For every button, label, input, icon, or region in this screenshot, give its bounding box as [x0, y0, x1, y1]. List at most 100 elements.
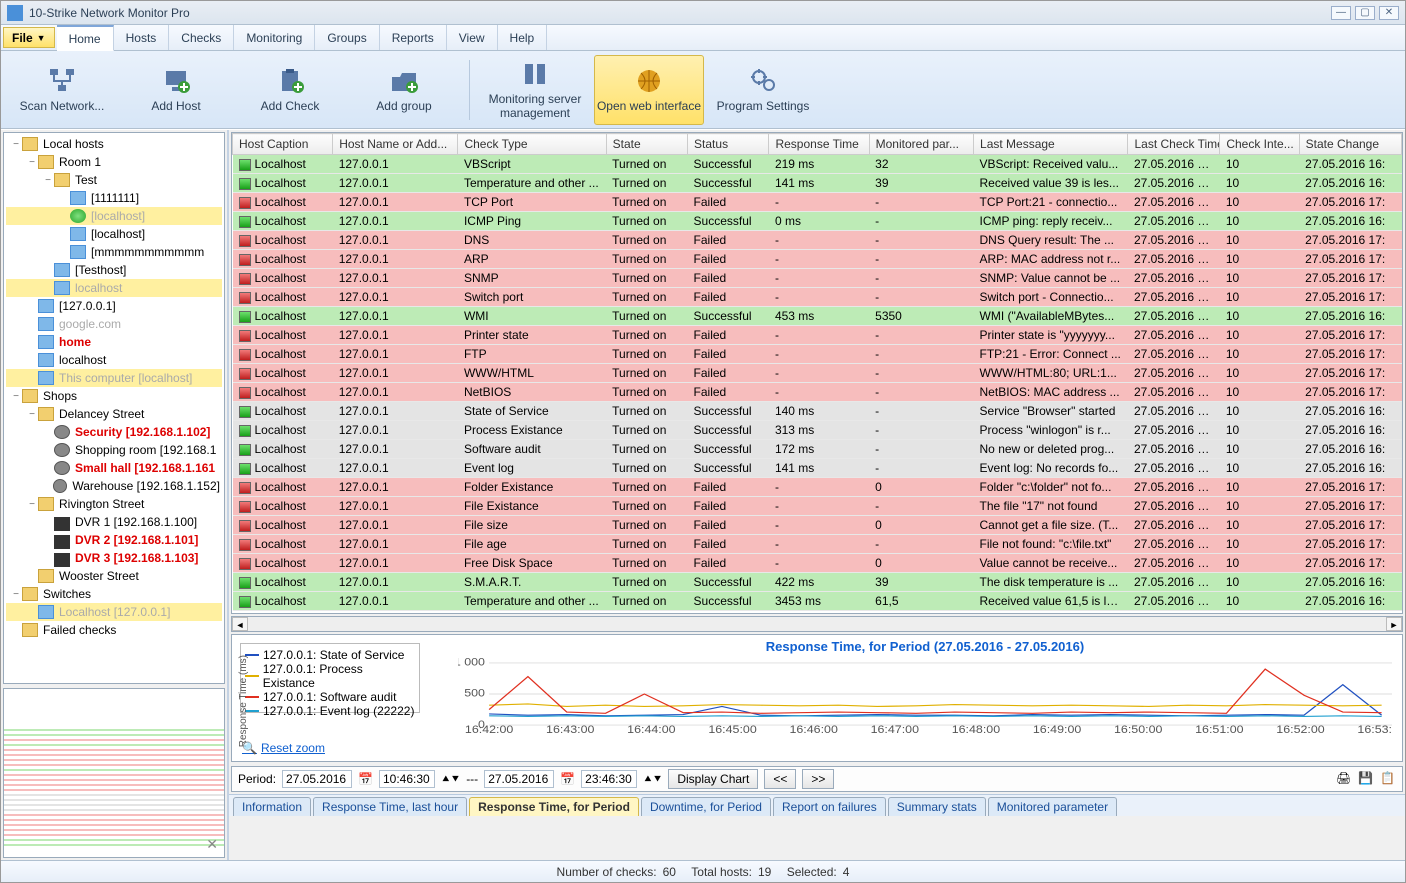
from-date-input[interactable]: [282, 770, 352, 788]
tab-monitoring[interactable]: Monitoring: [234, 25, 315, 50]
table-row[interactable]: Localhost127.0.0.1ICMP PingTurned onSucc…: [233, 212, 1402, 231]
tree-toggle-icon[interactable]: −: [26, 499, 38, 510]
bottom-tab[interactable]: Monitored parameter: [988, 797, 1117, 816]
tree-item[interactable]: [Testhost]: [6, 261, 222, 279]
tree-item[interactable]: −Delancey Street: [6, 405, 222, 423]
tree-item[interactable]: DVR 2 [192.168.1.101]: [6, 531, 222, 549]
table-row[interactable]: Localhost127.0.0.1DNSTurned onFailed--DN…: [233, 231, 1402, 250]
column-header[interactable]: Host Caption: [233, 134, 333, 155]
add-check-button[interactable]: Add Check: [235, 55, 345, 125]
copy-icon[interactable]: 📋: [1380, 771, 1396, 787]
column-header[interactable]: Monitored par...: [869, 134, 973, 155]
table-row[interactable]: Localhost127.0.0.1Free Disk SpaceTurned …: [233, 554, 1402, 573]
host-tree[interactable]: −Local hosts−Room 1−Test[1111111][localh…: [3, 132, 225, 684]
tree-item[interactable]: [127.0.0.1]: [6, 297, 222, 315]
maximize-button[interactable]: ▢: [1355, 6, 1375, 20]
tree-item[interactable]: localhost: [6, 279, 222, 297]
table-row[interactable]: Localhost127.0.0.1Temperature and other …: [233, 592, 1402, 611]
column-header[interactable]: Last Message: [974, 134, 1128, 155]
table-row[interactable]: Localhost127.0.0.1Printer stateTurned on…: [233, 326, 1402, 345]
table-row[interactable]: Localhost127.0.0.1WMITurned onSuccessful…: [233, 307, 1402, 326]
tab-home[interactable]: Home: [57, 25, 114, 51]
to-time-input[interactable]: [581, 770, 637, 788]
bottom-tab[interactable]: Response Time, for Period: [469, 797, 639, 816]
print-icon[interactable]: 🖨: [1336, 771, 1352, 787]
tab-help[interactable]: Help: [498, 25, 548, 50]
add-host-button[interactable]: Add Host: [121, 55, 231, 125]
tree-toggle-icon[interactable]: −: [10, 391, 22, 402]
tree-item[interactable]: −Test: [6, 171, 222, 189]
monitoring-server-button[interactable]: Monitoring server management: [480, 55, 590, 125]
tree-item[interactable]: Security [192.168.1.102]: [6, 423, 222, 441]
column-header[interactable]: State: [606, 134, 687, 155]
bottom-tab[interactable]: Report on failures: [773, 797, 886, 816]
table-row[interactable]: Localhost127.0.0.1ARPTurned onFailed--AR…: [233, 250, 1402, 269]
to-date-input[interactable]: [484, 770, 554, 788]
column-header[interactable]: Status: [688, 134, 769, 155]
tab-checks[interactable]: Checks: [169, 25, 234, 50]
display-chart-button[interactable]: Display Chart: [668, 769, 758, 789]
bottom-tab[interactable]: Information: [233, 797, 311, 816]
tree-toggle-icon[interactable]: −: [10, 589, 22, 600]
table-row[interactable]: Localhost127.0.0.1S.M.A.R.T.Turned onSuc…: [233, 573, 1402, 592]
tree-item[interactable]: Warehouse [192.168.1.152]: [6, 477, 222, 495]
scan-network-button[interactable]: Scan Network...: [7, 55, 117, 125]
tree-toggle-icon[interactable]: −: [10, 139, 22, 150]
tree-item[interactable]: −Switches: [6, 585, 222, 603]
tree-item[interactable]: [localhost]: [6, 207, 222, 225]
table-row[interactable]: Localhost127.0.0.1TCP PortTurned onFaile…: [233, 193, 1402, 212]
calendar-icon[interactable]: 📅: [358, 772, 373, 786]
table-row[interactable]: Localhost127.0.0.1WWW/HTMLTurned onFaile…: [233, 364, 1402, 383]
column-header[interactable]: Check Inte...: [1220, 134, 1299, 155]
program-settings-button[interactable]: Program Settings: [708, 55, 818, 125]
close-icon[interactable]: ✕: [206, 836, 218, 853]
scroll-right-icon[interactable]: ►: [1386, 617, 1402, 631]
scroll-left-icon[interactable]: ◄: [232, 617, 248, 631]
tree-toggle-icon[interactable]: −: [26, 409, 38, 420]
file-menu-button[interactable]: File▼: [3, 27, 55, 48]
tree-item[interactable]: Failed checks: [6, 621, 222, 639]
table-row[interactable]: Localhost127.0.0.1File ExistanceTurned o…: [233, 497, 1402, 516]
stepper-icon[interactable]: ⯅⯆: [643, 772, 662, 787]
calendar-icon[interactable]: 📅: [560, 772, 575, 786]
table-row[interactable]: Localhost127.0.0.1SNMPTurned onFailed--S…: [233, 269, 1402, 288]
next-period-button[interactable]: >>: [802, 769, 834, 789]
table-row[interactable]: Localhost127.0.0.1NetBIOSTurned onFailed…: [233, 383, 1402, 402]
table-row[interactable]: Localhost127.0.0.1Process ExistanceTurne…: [233, 421, 1402, 440]
checks-table[interactable]: Host CaptionHost Name or Add...Check Typ…: [231, 132, 1403, 614]
table-row[interactable]: Localhost127.0.0.1State of ServiceTurned…: [233, 402, 1402, 421]
table-row[interactable]: Localhost127.0.0.1Switch portTurned onFa…: [233, 288, 1402, 307]
from-time-input[interactable]: [379, 770, 435, 788]
open-web-button[interactable]: Open web interface: [594, 55, 704, 125]
tree-item[interactable]: DVR 1 [192.168.1.100]: [6, 513, 222, 531]
tree-item[interactable]: google.com: [6, 315, 222, 333]
reset-zoom-link[interactable]: 🔍 Reset zoom: [242, 741, 325, 755]
column-header[interactable]: State Change: [1299, 134, 1401, 155]
column-header[interactable]: Last Check Time: [1128, 134, 1220, 155]
tab-hosts[interactable]: Hosts: [114, 25, 170, 50]
minimize-button[interactable]: —: [1331, 6, 1351, 20]
table-row[interactable]: Localhost127.0.0.1Software auditTurned o…: [233, 440, 1402, 459]
tree-toggle-icon[interactable]: −: [42, 175, 54, 186]
tree-item[interactable]: Wooster Street: [6, 567, 222, 585]
tree-item[interactable]: DVR 3 [192.168.1.103]: [6, 549, 222, 567]
save-icon[interactable]: 💾: [1358, 771, 1374, 787]
tab-reports[interactable]: Reports: [380, 25, 447, 50]
tree-item[interactable]: [localhost]: [6, 225, 222, 243]
table-row[interactable]: Localhost127.0.0.1File ageTurned onFaile…: [233, 535, 1402, 554]
tab-view[interactable]: View: [447, 25, 498, 50]
tree-item[interactable]: [mmmmmmmmmmm: [6, 243, 222, 261]
tree-item[interactable]: home: [6, 333, 222, 351]
tree-item[interactable]: Small hall [192.168.1.161: [6, 459, 222, 477]
tree-item[interactable]: −Rivington Street: [6, 495, 222, 513]
tree-item[interactable]: This computer [localhost]: [6, 369, 222, 387]
column-header[interactable]: Host Name or Add...: [333, 134, 458, 155]
tree-item[interactable]: −Room 1: [6, 153, 222, 171]
tree-item[interactable]: −Local hosts: [6, 135, 222, 153]
stepper-icon[interactable]: ⯅⯆: [441, 772, 460, 787]
close-button[interactable]: ✕: [1379, 6, 1399, 20]
tree-item[interactable]: −Shops: [6, 387, 222, 405]
tree-toggle-icon[interactable]: −: [26, 157, 38, 168]
tree-item[interactable]: Localhost [127.0.0.1]: [6, 603, 222, 621]
table-row[interactable]: Localhost127.0.0.1File sizeTurned onFail…: [233, 516, 1402, 535]
